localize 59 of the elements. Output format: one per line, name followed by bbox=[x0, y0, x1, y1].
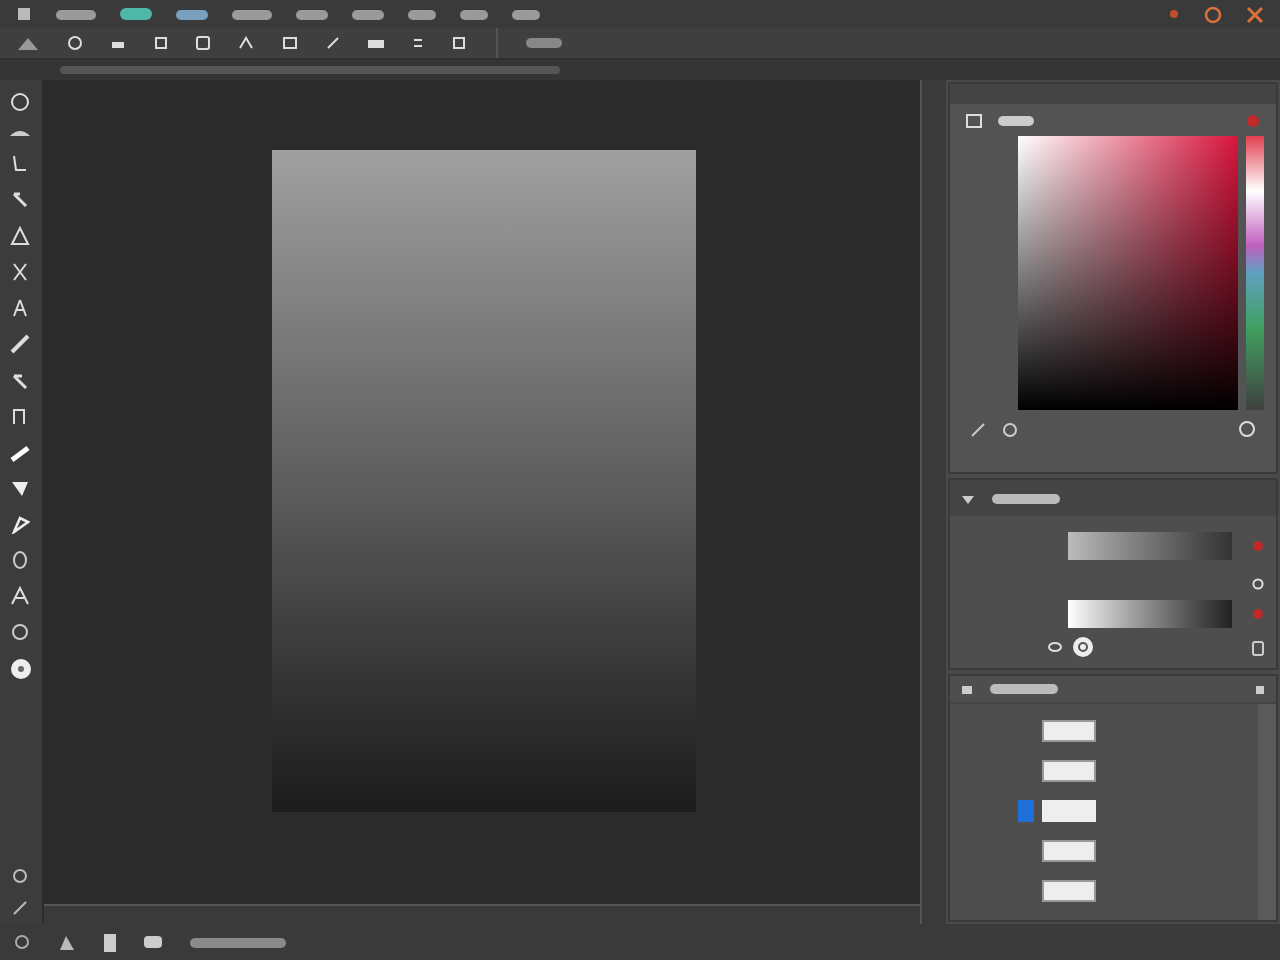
gradient-bar[interactable] bbox=[1068, 532, 1232, 560]
maximize-icon[interactable] bbox=[1204, 5, 1222, 23]
reset-icon[interactable] bbox=[1252, 578, 1264, 590]
marquee-tool-icon[interactable] bbox=[8, 128, 33, 138]
color-picker-field[interactable] bbox=[1018, 136, 1238, 410]
eyedropper-icon[interactable] bbox=[970, 421, 986, 437]
type-tool-icon[interactable] bbox=[10, 586, 31, 606]
menu-item[interactable] bbox=[176, 9, 208, 19]
option-icon[interactable] bbox=[326, 36, 340, 50]
menu-item[interactable] bbox=[512, 9, 540, 19]
swatch-icon[interactable] bbox=[1002, 421, 1018, 437]
option-icon[interactable] bbox=[154, 36, 168, 50]
pencil-tool-icon[interactable] bbox=[10, 334, 31, 354]
panel-tab[interactable] bbox=[992, 493, 1060, 503]
layer-thumbnail[interactable] bbox=[1042, 879, 1096, 901]
status-icon[interactable] bbox=[104, 933, 116, 951]
gradient-bar[interactable] bbox=[1068, 600, 1232, 628]
app-icon[interactable] bbox=[16, 6, 32, 22]
trash-icon[interactable] bbox=[1252, 639, 1264, 655]
eye-icon[interactable] bbox=[1048, 642, 1062, 652]
layer-thumbnail[interactable] bbox=[1042, 839, 1096, 861]
option-icon[interactable] bbox=[452, 36, 468, 50]
panel-tab[interactable] bbox=[998, 115, 1034, 125]
dial-icon[interactable] bbox=[1072, 636, 1094, 658]
option-icon[interactable] bbox=[282, 36, 298, 50]
document-canvas[interactable] bbox=[271, 150, 696, 812]
option-icon[interactable] bbox=[368, 37, 384, 49]
color-swatch-icon[interactable] bbox=[9, 658, 32, 680]
collapse-icon[interactable] bbox=[960, 491, 976, 505]
close-icon[interactable] bbox=[1246, 5, 1264, 23]
menu-item[interactable] bbox=[120, 8, 152, 20]
menu-item[interactable] bbox=[408, 9, 436, 19]
tool-preset-icon[interactable] bbox=[16, 35, 40, 51]
layer-icon[interactable] bbox=[960, 683, 974, 695]
expand-icon[interactable] bbox=[1254, 683, 1266, 695]
status-text bbox=[190, 937, 286, 947]
status-icon[interactable] bbox=[144, 936, 162, 948]
ellipse-tool-icon[interactable] bbox=[10, 550, 31, 570]
layer-thumbnail[interactable] bbox=[1042, 719, 1096, 741]
menu-item[interactable] bbox=[352, 9, 384, 19]
refresh-icon[interactable] bbox=[1238, 420, 1256, 438]
option-icon[interactable] bbox=[110, 36, 126, 50]
panel-menu-icon[interactable] bbox=[966, 113, 982, 127]
hue-spectrum-bar[interactable] bbox=[1246, 136, 1264, 410]
panel-tab[interactable] bbox=[990, 684, 1058, 694]
menu-item[interactable] bbox=[296, 9, 328, 19]
menu-item[interactable] bbox=[232, 9, 272, 19]
option-icon[interactable] bbox=[238, 36, 254, 50]
layer-thumbnail[interactable] bbox=[1042, 759, 1096, 781]
option-field[interactable] bbox=[526, 38, 562, 48]
option-icon[interactable] bbox=[196, 36, 210, 50]
layers-scrollbar[interactable] bbox=[1258, 704, 1276, 920]
option-icon[interactable] bbox=[68, 36, 82, 50]
menu-item[interactable] bbox=[460, 9, 488, 19]
menu-item[interactable] bbox=[56, 9, 96, 19]
layer-thumbnail[interactable] bbox=[1018, 799, 1096, 821]
status-icon[interactable] bbox=[58, 933, 76, 951]
status-icon[interactable] bbox=[14, 934, 30, 950]
option-icon[interactable] bbox=[412, 36, 424, 50]
